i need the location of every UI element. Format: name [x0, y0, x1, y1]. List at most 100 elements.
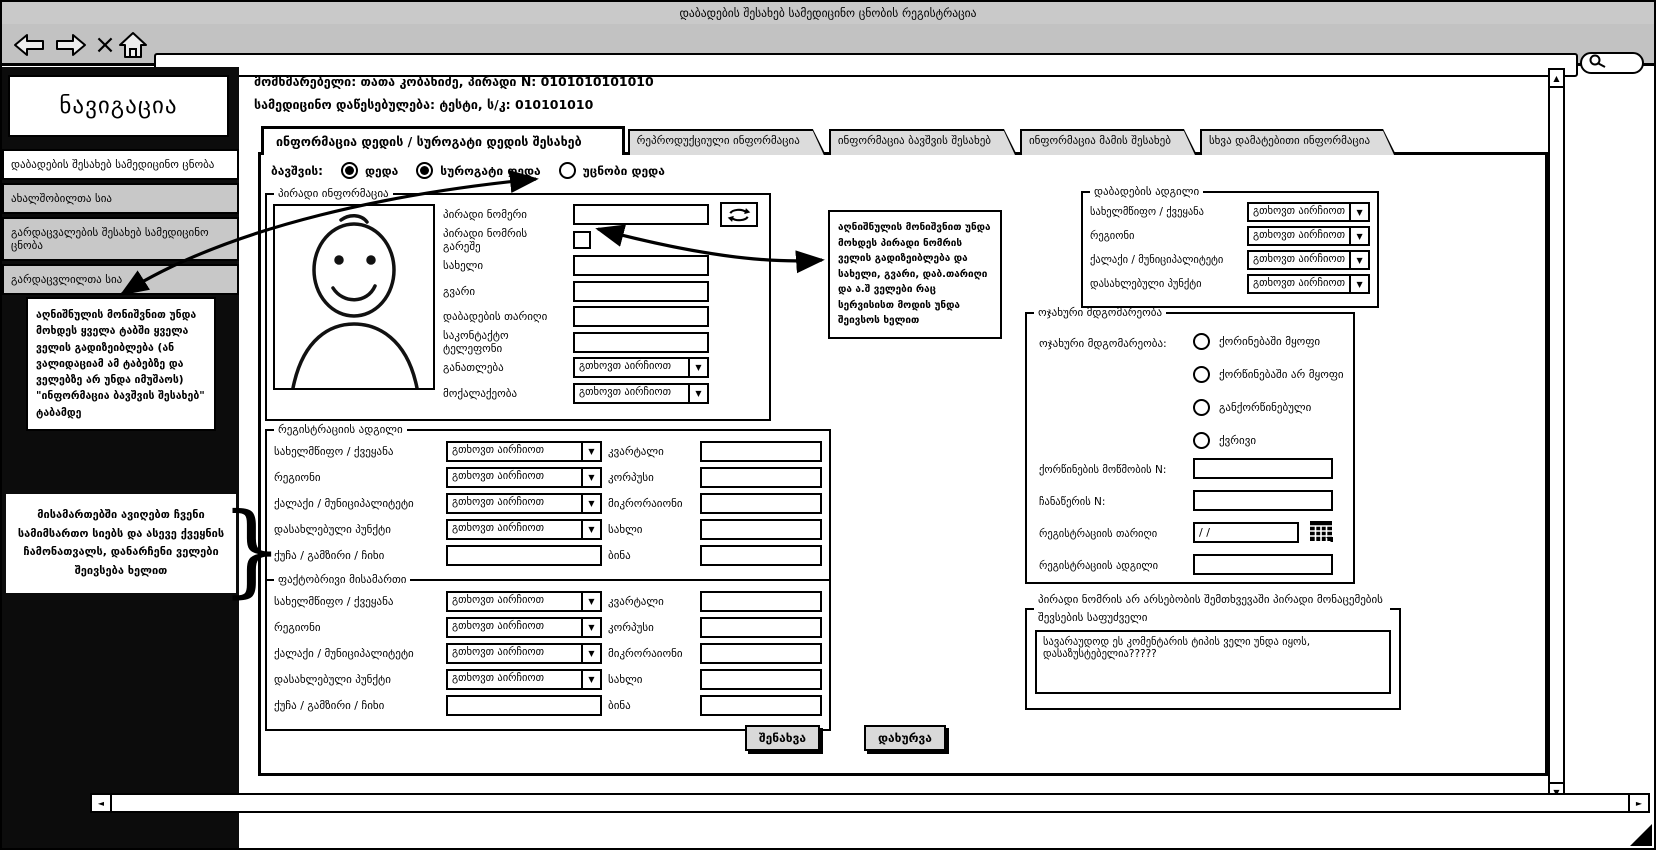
- first-name-label: სახელი: [443, 259, 567, 272]
- window-resize-grip[interactable]: [1630, 824, 1652, 846]
- reg-settlement-select[interactable]: გთხოვთ აირჩიოთ: [446, 519, 602, 540]
- vertical-scrollbar[interactable]: [1548, 68, 1565, 802]
- window-title: დაბადების შესახებ სამედიცინო ცნობის რეგი…: [2, 2, 1654, 25]
- sidebar-item-newborns-list[interactable]: ახალშობილთა სია: [2, 183, 239, 214]
- chevron-down-icon: [581, 495, 600, 512]
- marriage-registration-place-input[interactable]: [1193, 554, 1333, 575]
- sidebar-item-deceased-list[interactable]: გარდაცვლილთა სია: [2, 264, 239, 295]
- record-number-label: ჩანაწერის N:: [1039, 496, 1105, 508]
- birth-country-select[interactable]: გთხოვთ აირჩიოთ: [1247, 202, 1370, 222]
- birth-region-select[interactable]: გთხოვთ აირჩიოთ: [1247, 226, 1370, 246]
- sidebar-item-birth-certificate[interactable]: დაბადების შესახებ სამედიცინო ცნობა: [2, 149, 239, 180]
- tab-reproductive-info[interactable]: რეპროდუქციული ინფორმაცია: [628, 129, 826, 155]
- country-label: სახელმწიფო / ქვეყანა: [274, 595, 440, 608]
- citizenship-select[interactable]: გთხოვთ აირჩიოთ: [573, 383, 709, 404]
- chevron-down-icon: [581, 443, 600, 460]
- forward-arrow-icon: [54, 31, 88, 59]
- tab-other-info[interactable]: სხვა დამატებითი ინფორმაცია: [1200, 129, 1396, 155]
- country-label: სახელმწიფო / ქვეყანა: [1090, 206, 1242, 218]
- tab-child-info[interactable]: ინფორმაცია ბავშვის შესახებ: [829, 129, 1017, 155]
- marriage-registration-date-input[interactable]: [1193, 522, 1299, 543]
- user-info-line: მომხმარებელი: თათა კობახიძე, პირადი N: 0…: [254, 74, 654, 89]
- no-id-reason-textarea[interactable]: სავარაუდოდ ეს კომენტარის ტიპის ველი უნდა…: [1035, 630, 1391, 694]
- scroll-right-button[interactable]: [1628, 795, 1648, 811]
- education-select[interactable]: გთხოვთ აირჩიოთ: [573, 357, 709, 378]
- region-label: რეგიონი: [274, 621, 440, 634]
- annotation-personal-number-note: აღნიშნულის მონიშვნით უნდა მოხდეს პირადი …: [828, 210, 1002, 339]
- chevron-down-icon: [1349, 252, 1368, 268]
- city-label: ქალაქი / მუნიციპალიტეტი: [1090, 254, 1242, 266]
- record-number-input[interactable]: [1193, 490, 1333, 511]
- chevron-down-icon: [581, 645, 600, 662]
- fact-apartment-input[interactable]: [700, 695, 822, 716]
- family-status-legend: ოჯახური მდგომარეობა: [1034, 306, 1166, 319]
- radio-divorced[interactable]: განქორწინებული: [1193, 399, 1311, 416]
- settlement-label: დასახლებული პუნქტი: [274, 523, 440, 536]
- radio-not-married[interactable]: ქორწინებაში არ მყოფი: [1193, 366, 1344, 383]
- reg-quarter-input[interactable]: [700, 441, 822, 462]
- curly-brace-decoration: [220, 500, 284, 600]
- scroll-up-button[interactable]: [1550, 70, 1563, 88]
- reg-city-select[interactable]: გთხოვთ აირჩიოთ: [446, 493, 602, 514]
- fact-house-input[interactable]: [700, 669, 822, 690]
- fact-microdistrict-input[interactable]: [700, 643, 822, 664]
- radio-widowed[interactable]: ქვრივი: [1193, 432, 1256, 449]
- personal-info-rows: პირადი ნომერი პირად: [443, 202, 763, 406]
- fact-region-select[interactable]: გთხოვთ აირჩიოთ: [446, 617, 602, 638]
- region-label: რეგიონი: [1090, 230, 1242, 242]
- fact-settlement-select[interactable]: გთხოვთ აირჩიოთ: [446, 669, 602, 690]
- without-personal-number-checkbox[interactable]: [573, 231, 591, 249]
- save-button[interactable]: შენახვა: [745, 725, 820, 751]
- fact-country-select[interactable]: გთხოვთ აირჩიოთ: [446, 591, 602, 612]
- reg-microdistrict-input[interactable]: [700, 493, 822, 514]
- horizontal-scrollbar[interactable]: [90, 793, 1650, 813]
- calendar-button[interactable]: [1309, 520, 1333, 542]
- refresh-icon: [726, 207, 752, 223]
- search-button[interactable]: [1580, 52, 1644, 74]
- city-label: ქალაქი / მუნიციპალიტეტი: [274, 647, 440, 660]
- tab-mother-info[interactable]: ინფორმაცია დედის / სუროგატი დედის შესახე…: [261, 126, 625, 155]
- marriage-registration-place-label: რეგისტრაციის ადგილი: [1039, 560, 1158, 572]
- sidebar-item-death-certificate[interactable]: გარდაცვალების შესახებ სამედიცინო ცნობა: [2, 217, 239, 261]
- stop-button[interactable]: [94, 29, 116, 61]
- reg-building-input[interactable]: [700, 467, 822, 488]
- tab-father-info[interactable]: ინფორმაცია მამის შესახებ: [1020, 129, 1197, 155]
- personal-info-legend: პირადი ინფორმაცია: [274, 187, 393, 200]
- reg-house-input[interactable]: [700, 519, 822, 540]
- reg-region-select[interactable]: გთხოვთ აირჩიოთ: [446, 467, 602, 488]
- back-button[interactable]: [10, 29, 48, 61]
- fact-quarter-input[interactable]: [700, 591, 822, 612]
- last-name-input[interactable]: [573, 281, 709, 302]
- reg-country-select[interactable]: გთხოვთ აირჩიოთ: [446, 441, 602, 462]
- forward-button[interactable]: [52, 29, 90, 61]
- chevron-down-icon: [1349, 204, 1368, 220]
- close-button[interactable]: დახურვა: [864, 725, 946, 751]
- city-label: ქალაქი / მუნიციპალიტეტი: [274, 497, 440, 510]
- chevron-down-icon: [1349, 276, 1368, 292]
- mother-type-label: ბავშვის:: [271, 164, 323, 178]
- marriage-certificate-input[interactable]: [1193, 458, 1333, 479]
- chevron-down-icon: [581, 469, 600, 486]
- fact-city-select[interactable]: გთხოვთ აირჩიოთ: [446, 643, 602, 664]
- first-name-input[interactable]: [573, 255, 709, 276]
- fact-street-input[interactable]: [446, 695, 602, 716]
- contact-phone-input[interactable]: [573, 332, 709, 353]
- mother-type-radio-group: ბავშვის: დედა სუროგატი დედა უცნობი დედა: [271, 162, 665, 179]
- sidebar-menu: დაბადების შესახებ სამედიცინო ცნობა ახალშ…: [2, 149, 239, 298]
- birth-date-input[interactable]: [573, 306, 709, 327]
- left-arrow-icon: [98, 799, 104, 808]
- fact-building-input[interactable]: [700, 617, 822, 638]
- radio-mother[interactable]: დედა: [341, 162, 398, 179]
- birth-settlement-select[interactable]: გთხოვთ აირჩიოთ: [1247, 274, 1370, 294]
- radio-surrogate-mother[interactable]: სუროგატი დედა: [416, 162, 540, 179]
- birth-city-select[interactable]: გთხოვთ აირჩიოთ: [1247, 250, 1370, 270]
- scroll-left-button[interactable]: [92, 795, 112, 811]
- fetch-person-button[interactable]: [720, 202, 758, 227]
- reg-apartment-input[interactable]: [700, 545, 822, 566]
- radio-married[interactable]: ქორინებაში მყოფი: [1193, 333, 1320, 350]
- home-button[interactable]: [114, 29, 152, 61]
- citizenship-label: მოქალაქეობა: [443, 387, 567, 400]
- personal-number-input[interactable]: [573, 204, 709, 225]
- reg-street-input[interactable]: [446, 545, 602, 566]
- radio-unknown-mother[interactable]: უცნობი დედა: [559, 162, 665, 179]
